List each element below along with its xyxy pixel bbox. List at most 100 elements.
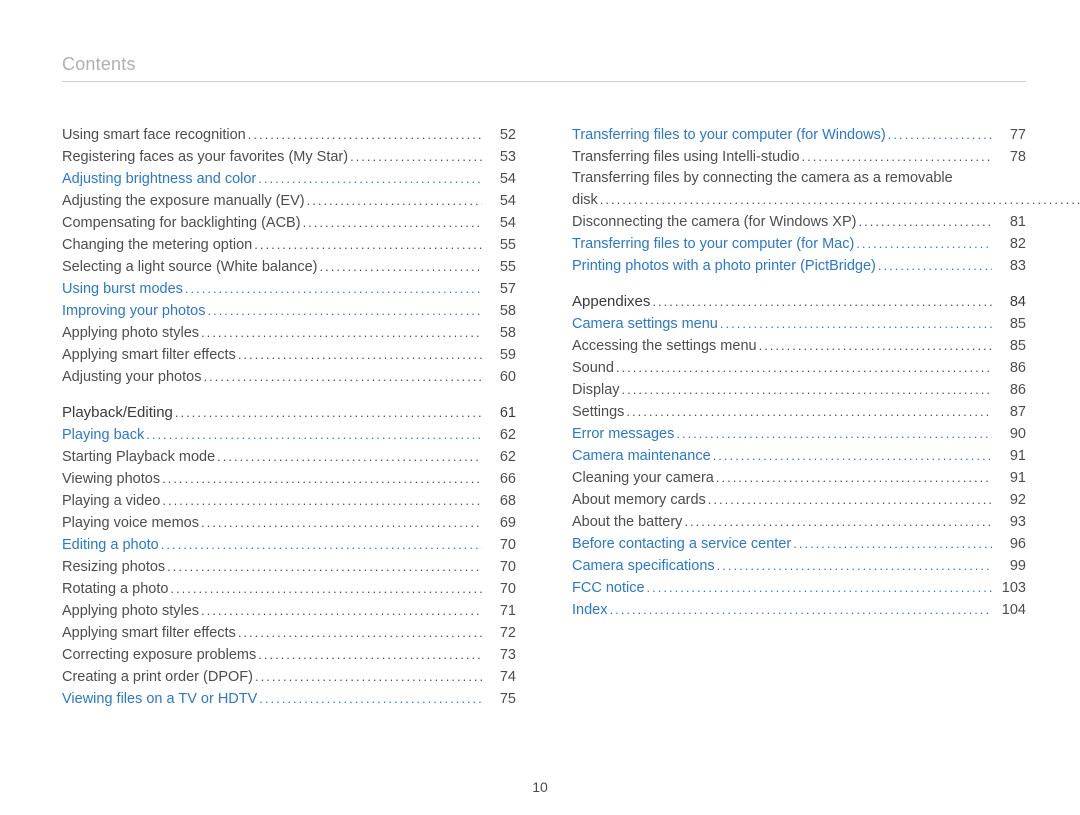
toc-entry[interactable]: Applying smart filter effects59 [62,344,516,366]
toc-leader-dots [303,212,482,234]
toc-entry[interactable]: Camera maintenance91 [572,445,1026,467]
toc-entry[interactable]: Correcting exposure problems73 [62,644,516,666]
toc-entry[interactable]: Adjusting the exposure manually (EV)54 [62,190,516,212]
toc-entry-page: 74 [486,667,516,688]
toc-entry-title: Selecting a light source (White balance) [62,257,318,278]
toc-entry-page: 91 [996,446,1026,467]
toc-entry-page: 70 [486,579,516,600]
toc-entry-page: 71 [486,601,516,622]
toc-entry[interactable]: Index104 [572,599,1026,621]
toc-entry[interactable]: Transferring files by connecting the cam… [572,168,1026,211]
toc-entry[interactable]: Playing back62 [62,424,516,446]
toc-entry[interactable]: Camera specifications 99 [572,555,1026,577]
toc-entry-page: 81 [996,212,1026,233]
toc-entry[interactable]: Error messages90 [572,423,1026,445]
toc-entry[interactable]: Adjusting your photos60 [62,366,516,388]
toc-entry-title: Playing voice memos [62,513,199,534]
toc-entry[interactable]: Playing a video68 [62,490,516,512]
toc-leader-dots [622,379,992,401]
toc-entry-page: 78 [996,147,1026,168]
toc-entry[interactable]: About memory cards92 [572,489,1026,511]
toc-entry[interactable]: Playing voice memos69 [62,512,516,534]
toc-leader-dots [802,146,992,168]
toc-entry-page: 91 [996,468,1026,489]
toc-entry-page: 86 [996,380,1026,401]
toc-entry-page: 73 [486,645,516,666]
toc-leader-dots [600,189,1080,211]
toc-entry-page: 55 [486,257,516,278]
toc-entry-title: Using smart face recognition [62,125,246,146]
toc-entry[interactable]: Viewing photos66 [62,468,516,490]
toc-entry[interactable]: Printing photos with a photo printer (Pi… [572,255,1026,277]
toc-entry[interactable]: Using smart face recognition52 [62,124,516,146]
toc-entry[interactable]: Cleaning your camera 91 [572,467,1026,489]
toc-entry[interactable]: Display86 [572,379,1026,401]
toc-leader-dots [248,124,482,146]
toc-entry-page: 54 [486,191,516,212]
toc-entry-title: Playing a video [62,491,160,512]
toc-entry-page: 84 [996,292,1026,313]
toc-entry[interactable]: Editing a photo70 [62,534,516,556]
toc-leader-dots [878,255,992,277]
toc-entry[interactable]: Accessing the settings menu85 [572,335,1026,357]
toc-entry-page: 82 [996,234,1026,255]
toc-entry[interactable]: Appendixes 84 [572,291,1026,313]
toc-entry-title: Viewing files on a TV or HDTV [62,689,257,710]
toc-entry-page: 53 [486,147,516,168]
toc-entry[interactable]: Adjusting brightness and color54 [62,168,516,190]
toc-entry-title: Compensating for backlighting (ACB) [62,213,301,234]
toc-entry[interactable]: Improving your photos58 [62,300,516,322]
toc-entry[interactable]: Viewing files on a TV or HDTV 75 [62,688,516,710]
toc-entry-title: About the battery [572,512,682,533]
toc-leader-dots [708,489,992,511]
toc-entry-page: 61 [486,403,516,424]
toc-entry[interactable]: Using burst modes57 [62,278,516,300]
toc-entry-title: Cleaning your camera [572,468,714,489]
toc-entry[interactable]: FCC notice103 [572,577,1026,599]
toc-leader-dots [238,344,482,366]
toc-leader-dots [161,534,482,556]
toc-entry-title: Transferring files using Intelli-studio [572,147,800,168]
toc-entry[interactable]: Starting Playback mode62 [62,446,516,468]
toc-entry[interactable]: Changing the metering option55 [62,234,516,256]
toc-entry[interactable]: Before contacting a service center96 [572,533,1026,555]
toc-entry-title: Appendixes [572,291,650,312]
toc-entry[interactable]: Transferring files using Intelli-studio 7… [572,146,1026,168]
toc-leader-dots [713,445,992,467]
toc-entry[interactable]: Transferring files to your computer (for… [572,124,1026,146]
toc-entry-page: 92 [996,490,1026,511]
toc-leader-dots [717,555,992,577]
toc-entry-page: 77 [996,125,1026,146]
toc-entry-title: Camera specifications [572,556,715,577]
toc-entry-page: 99 [996,556,1026,577]
toc-entry[interactable]: Transferring files to your computer (for… [572,233,1026,255]
toc-leader-dots [175,402,482,424]
toc-entry-title: Transferring files by connecting the cam… [572,168,1026,189]
toc-leader-dots [676,423,992,445]
toc-entry[interactable]: Applying photo styles71 [62,600,516,622]
toc-entry-page: 70 [486,535,516,556]
toc-entry[interactable]: Resizing photos70 [62,556,516,578]
toc-entry[interactable]: Selecting a light source (White balance)… [62,256,516,278]
toc-entry[interactable]: Registering faces as your favorites (My … [62,146,516,168]
toc-entry-page: 75 [486,689,516,710]
toc-entry[interactable]: Settings87 [572,401,1026,423]
toc-entry[interactable]: Creating a print order (DPOF)74 [62,666,516,688]
toc-entry-page: 58 [486,301,516,322]
toc-entry[interactable]: About the battery93 [572,511,1026,533]
toc-leader-dots [146,424,482,446]
toc-entry[interactable]: Applying photo styles58 [62,322,516,344]
toc-entry[interactable]: Camera settings menu85 [572,313,1026,335]
toc-entry[interactable]: Playback/Editing61 [62,402,516,424]
toc-entry[interactable]: Disconnecting the camera (for Windows XP… [572,211,1026,233]
toc-leader-dots [201,600,482,622]
toc-entry[interactable]: Applying smart filter effects72 [62,622,516,644]
toc-entry-page: 54 [486,213,516,234]
toc-entry-page: 85 [996,336,1026,357]
toc-entry[interactable]: Sound86 [572,357,1026,379]
toc-entry-page: 83 [996,256,1026,277]
toc-leader-dots [255,666,482,688]
toc-entry-page: 60 [486,367,516,388]
toc-entry[interactable]: Rotating a photo70 [62,578,516,600]
toc-entry[interactable]: Compensating for backlighting (ACB) 54 [62,212,516,234]
